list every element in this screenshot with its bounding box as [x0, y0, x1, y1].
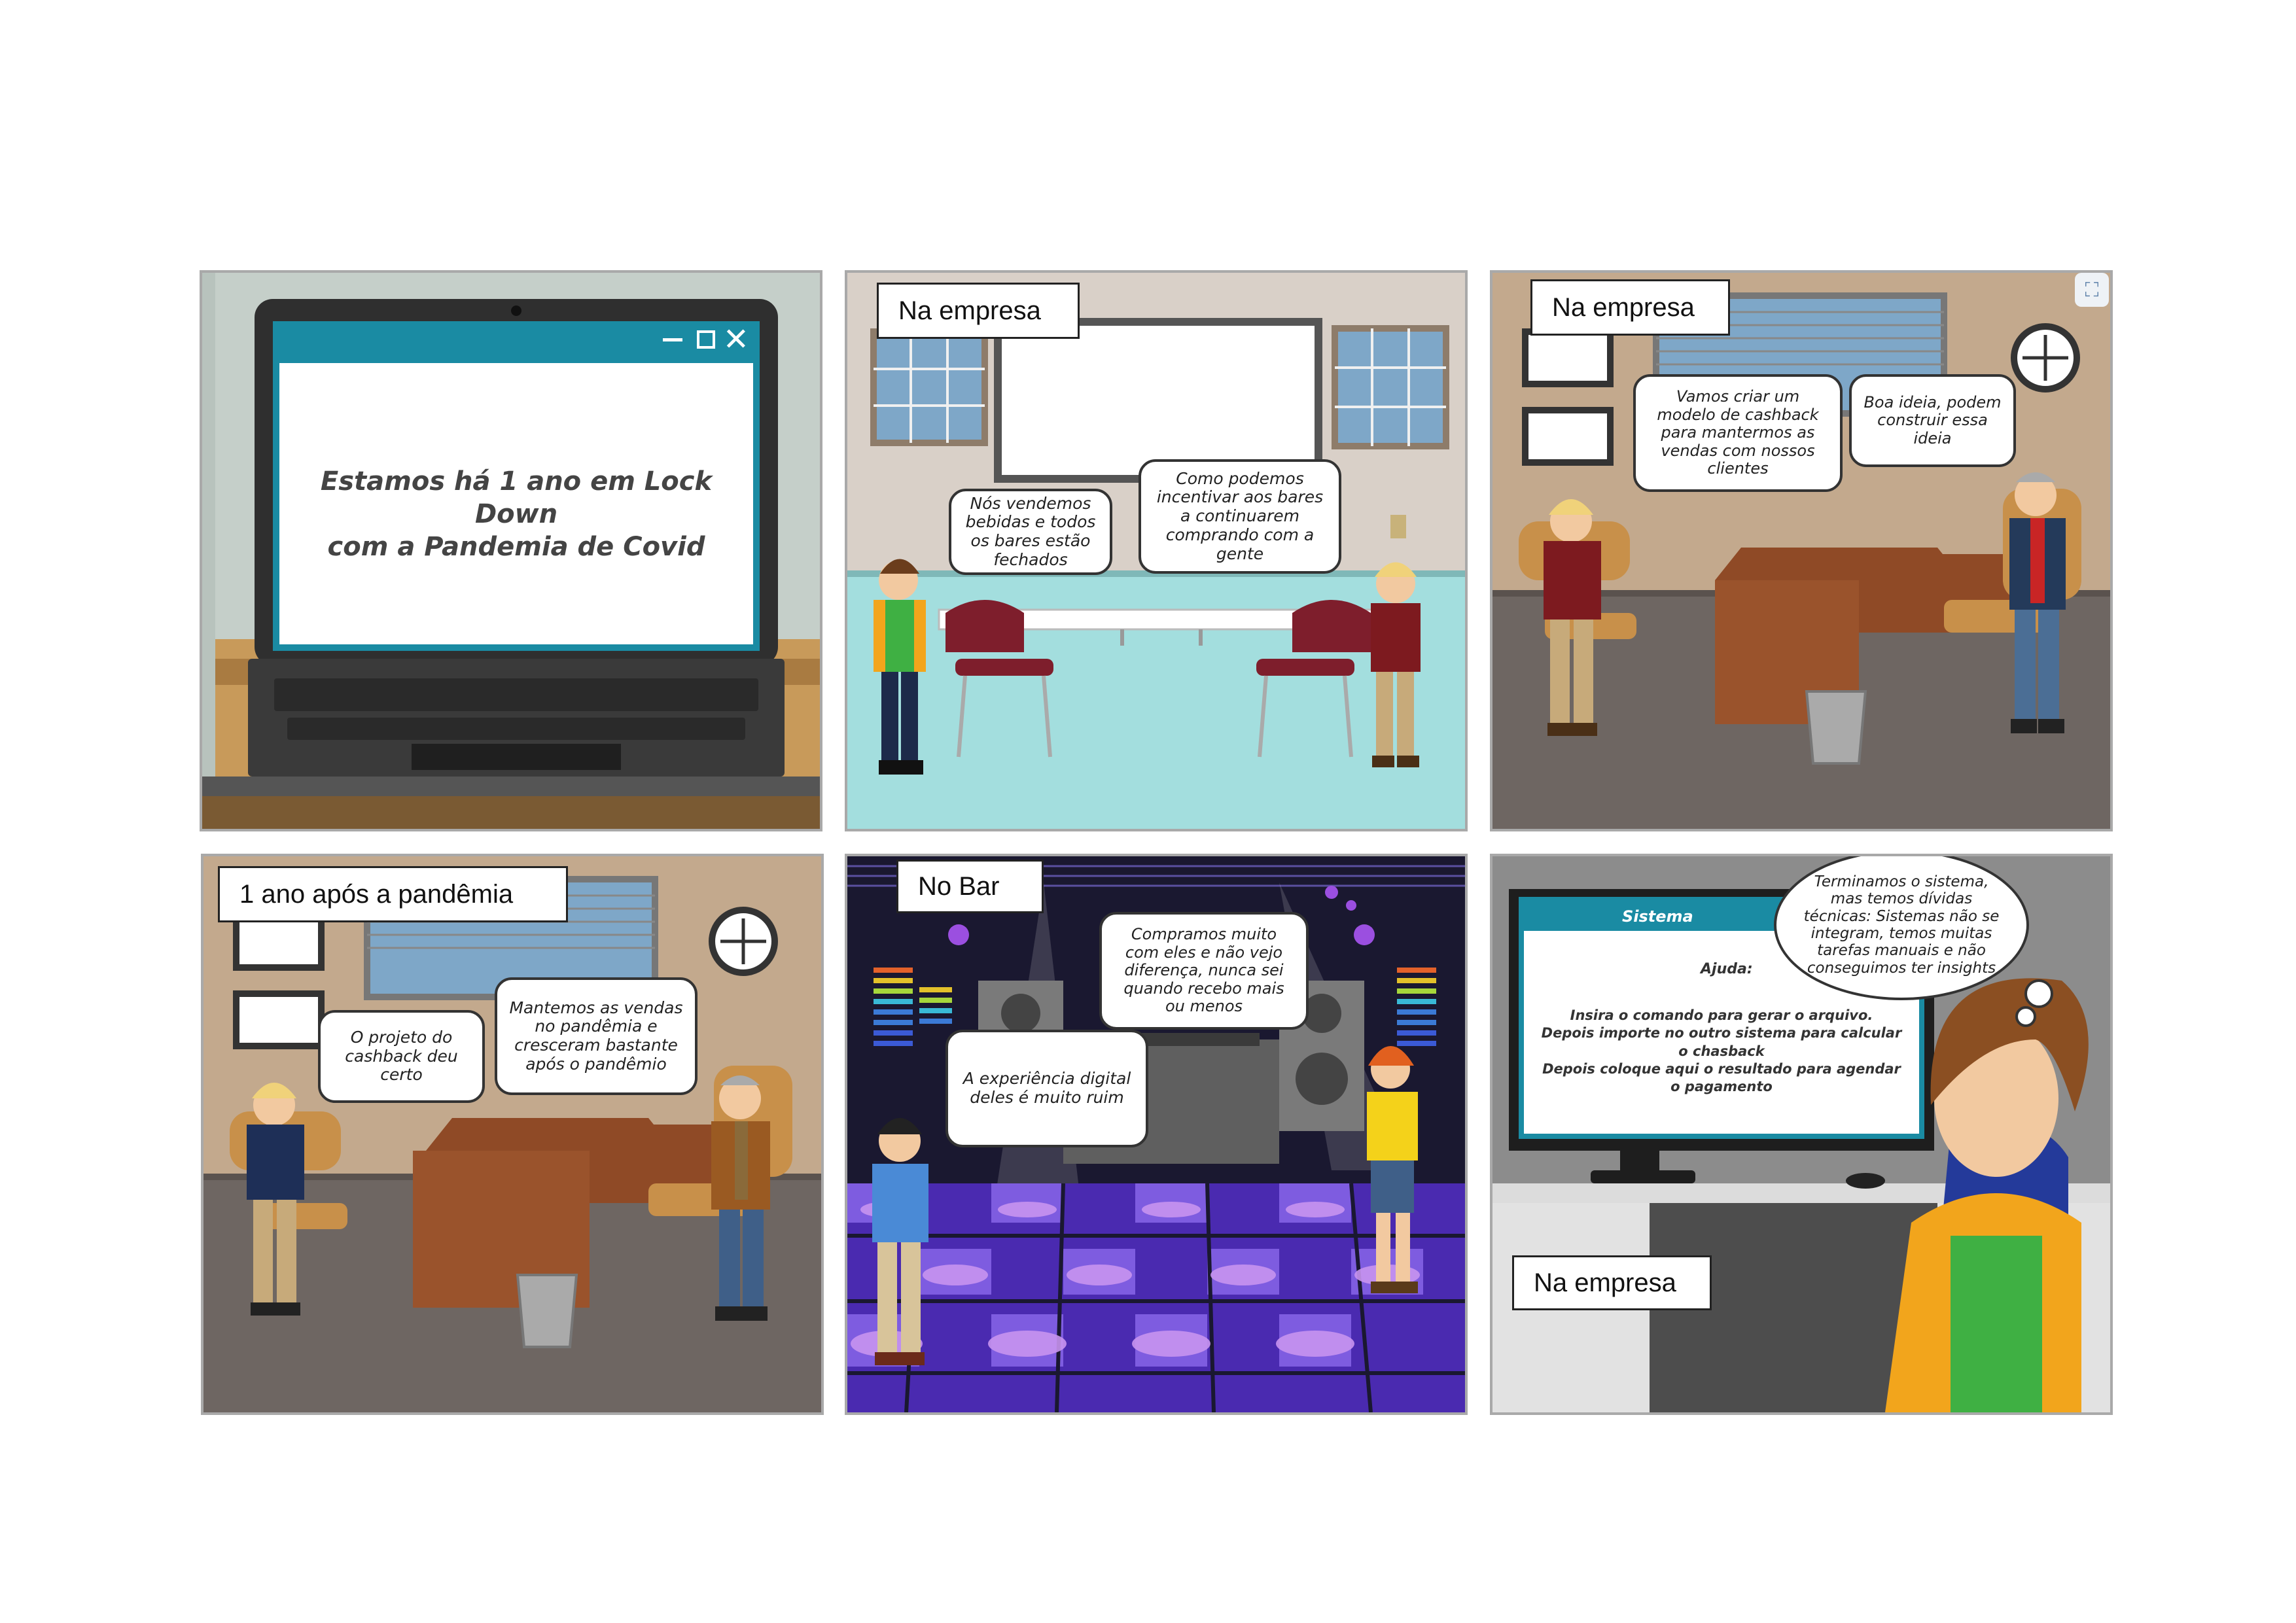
close-icon[interactable]: ✕ — [723, 324, 749, 355]
caption-na-empresa: Na empresa — [1512, 1255, 1712, 1310]
panel-1-laptop: ✕ Estamos há 1 ano em Lock Down com a Pa… — [200, 270, 822, 831]
speech-bubble-text: O projeto do cashback deu certo — [345, 1027, 458, 1085]
laptop-screen: ✕ Estamos há 1 ano em Lock Down com a Pa… — [273, 321, 760, 651]
thought-bubble: Terminamos o sistema, mas temos dívidas … — [1774, 856, 2029, 1000]
caption-1-ano-apos: 1 ano após a pandêmia — [218, 866, 568, 922]
system-instruction-line: Depois importe no outro sistema para cal… — [1541, 1025, 1902, 1059]
restore-icon[interactable] — [697, 330, 715, 349]
laptop-message-line1: Estamos há 1 ano em Lock Down — [320, 466, 713, 529]
panel-4-office-later: 1 ano após a pandêmia O projeto do cashb… — [201, 854, 824, 1415]
speech-bubble-compramos: Compramos muito com eles e não vejo dife… — [1099, 912, 1309, 1030]
caption-na-empresa: Na empresa — [1530, 279, 1730, 336]
caption-na-empresa: Na empresa — [877, 283, 1080, 339]
system-title: Sistema — [1622, 907, 1693, 926]
speech-bubble-text: Compramos muito com eles e não vejo dife… — [1123, 925, 1284, 1016]
caption-text: Na empresa — [898, 296, 1041, 325]
speech-bubble-cashback: Vamos criar um modelo de cashback para m… — [1633, 374, 1843, 492]
speech-bubble-mantemos: Mantemos as vendas no pandêmia e crescer… — [495, 977, 698, 1095]
speech-bubble-text: Nós vendemos bebidas e todos os bares es… — [965, 493, 1096, 569]
speech-bubble-text: Mantemos as vendas no pandêmia e crescer… — [509, 998, 683, 1073]
system-instruction-line: Depois coloque aqui o resultado para age… — [1542, 1060, 1901, 1095]
system-help-label: Ajuda: — [1701, 961, 1753, 977]
office-scene — [1492, 273, 2110, 829]
laptop-message: Estamos há 1 ano em Lock Down com a Pand… — [279, 465, 753, 563]
caption-no-bar: No Bar — [896, 860, 1044, 913]
expand-icon[interactable]: ⛶ — [2075, 273, 2109, 307]
office-later-scene — [203, 856, 821, 1412]
speech-bubble-text: Como podemos incentivar aos bares a cont… — [1156, 468, 1324, 563]
caption-text: No Bar — [918, 871, 1000, 901]
window-titlebar: ✕ — [273, 321, 760, 363]
system-instruction-line: Insira o comando para gerar o arquivo. — [1570, 1007, 1873, 1023]
panel-3-office: Na empresa ⛶ Vamos criar um modelo de ca… — [1490, 270, 2113, 831]
speech-bubble-projeto: O projeto do cashback deu certo — [318, 1010, 485, 1103]
speech-bubble-vendemos: Nós vendemos bebidas e todos os bares es… — [949, 489, 1112, 575]
laptop-message-line2: com a Pandemia de Covid — [327, 532, 705, 562]
minimize-icon[interactable] — [663, 338, 682, 341]
speech-bubble-boa-ideia: Boa ideia, podem construir essa ideia — [1849, 374, 2016, 467]
speech-bubble-text: Boa ideia, podem construir essa ideia — [1863, 393, 2002, 447]
panel-2-meeting-room: Na empresa Nós vendemos bebidas e todos … — [845, 270, 1468, 831]
caption-text: Na empresa — [1552, 292, 1695, 322]
thought-bubble-text: Terminamos o sistema, mas temos dívidas … — [1803, 873, 2000, 977]
speech-bubble-incentivar: Como podemos incentivar aos bares a cont… — [1139, 459, 1341, 574]
caption-text: 1 ano após a pandêmia — [239, 879, 514, 909]
panel-6-desk: Sistema Ajuda: Insira o comando para ger… — [1490, 854, 2113, 1415]
speech-bubble-experiencia: A experiência digital deles é muito ruim — [945, 1030, 1148, 1147]
caption-text: Na empresa — [1534, 1268, 1676, 1297]
panel-5-bar: No Bar Compramos muito com eles e não ve… — [845, 854, 1468, 1415]
system-instructions: Insira o comando para gerar o arquivo. D… — [1537, 1007, 1906, 1096]
speech-bubble-text: Vamos criar um modelo de cashback para m… — [1657, 387, 1819, 478]
speech-bubble-text: A experiência digital deles é muito ruim — [963, 1069, 1131, 1107]
